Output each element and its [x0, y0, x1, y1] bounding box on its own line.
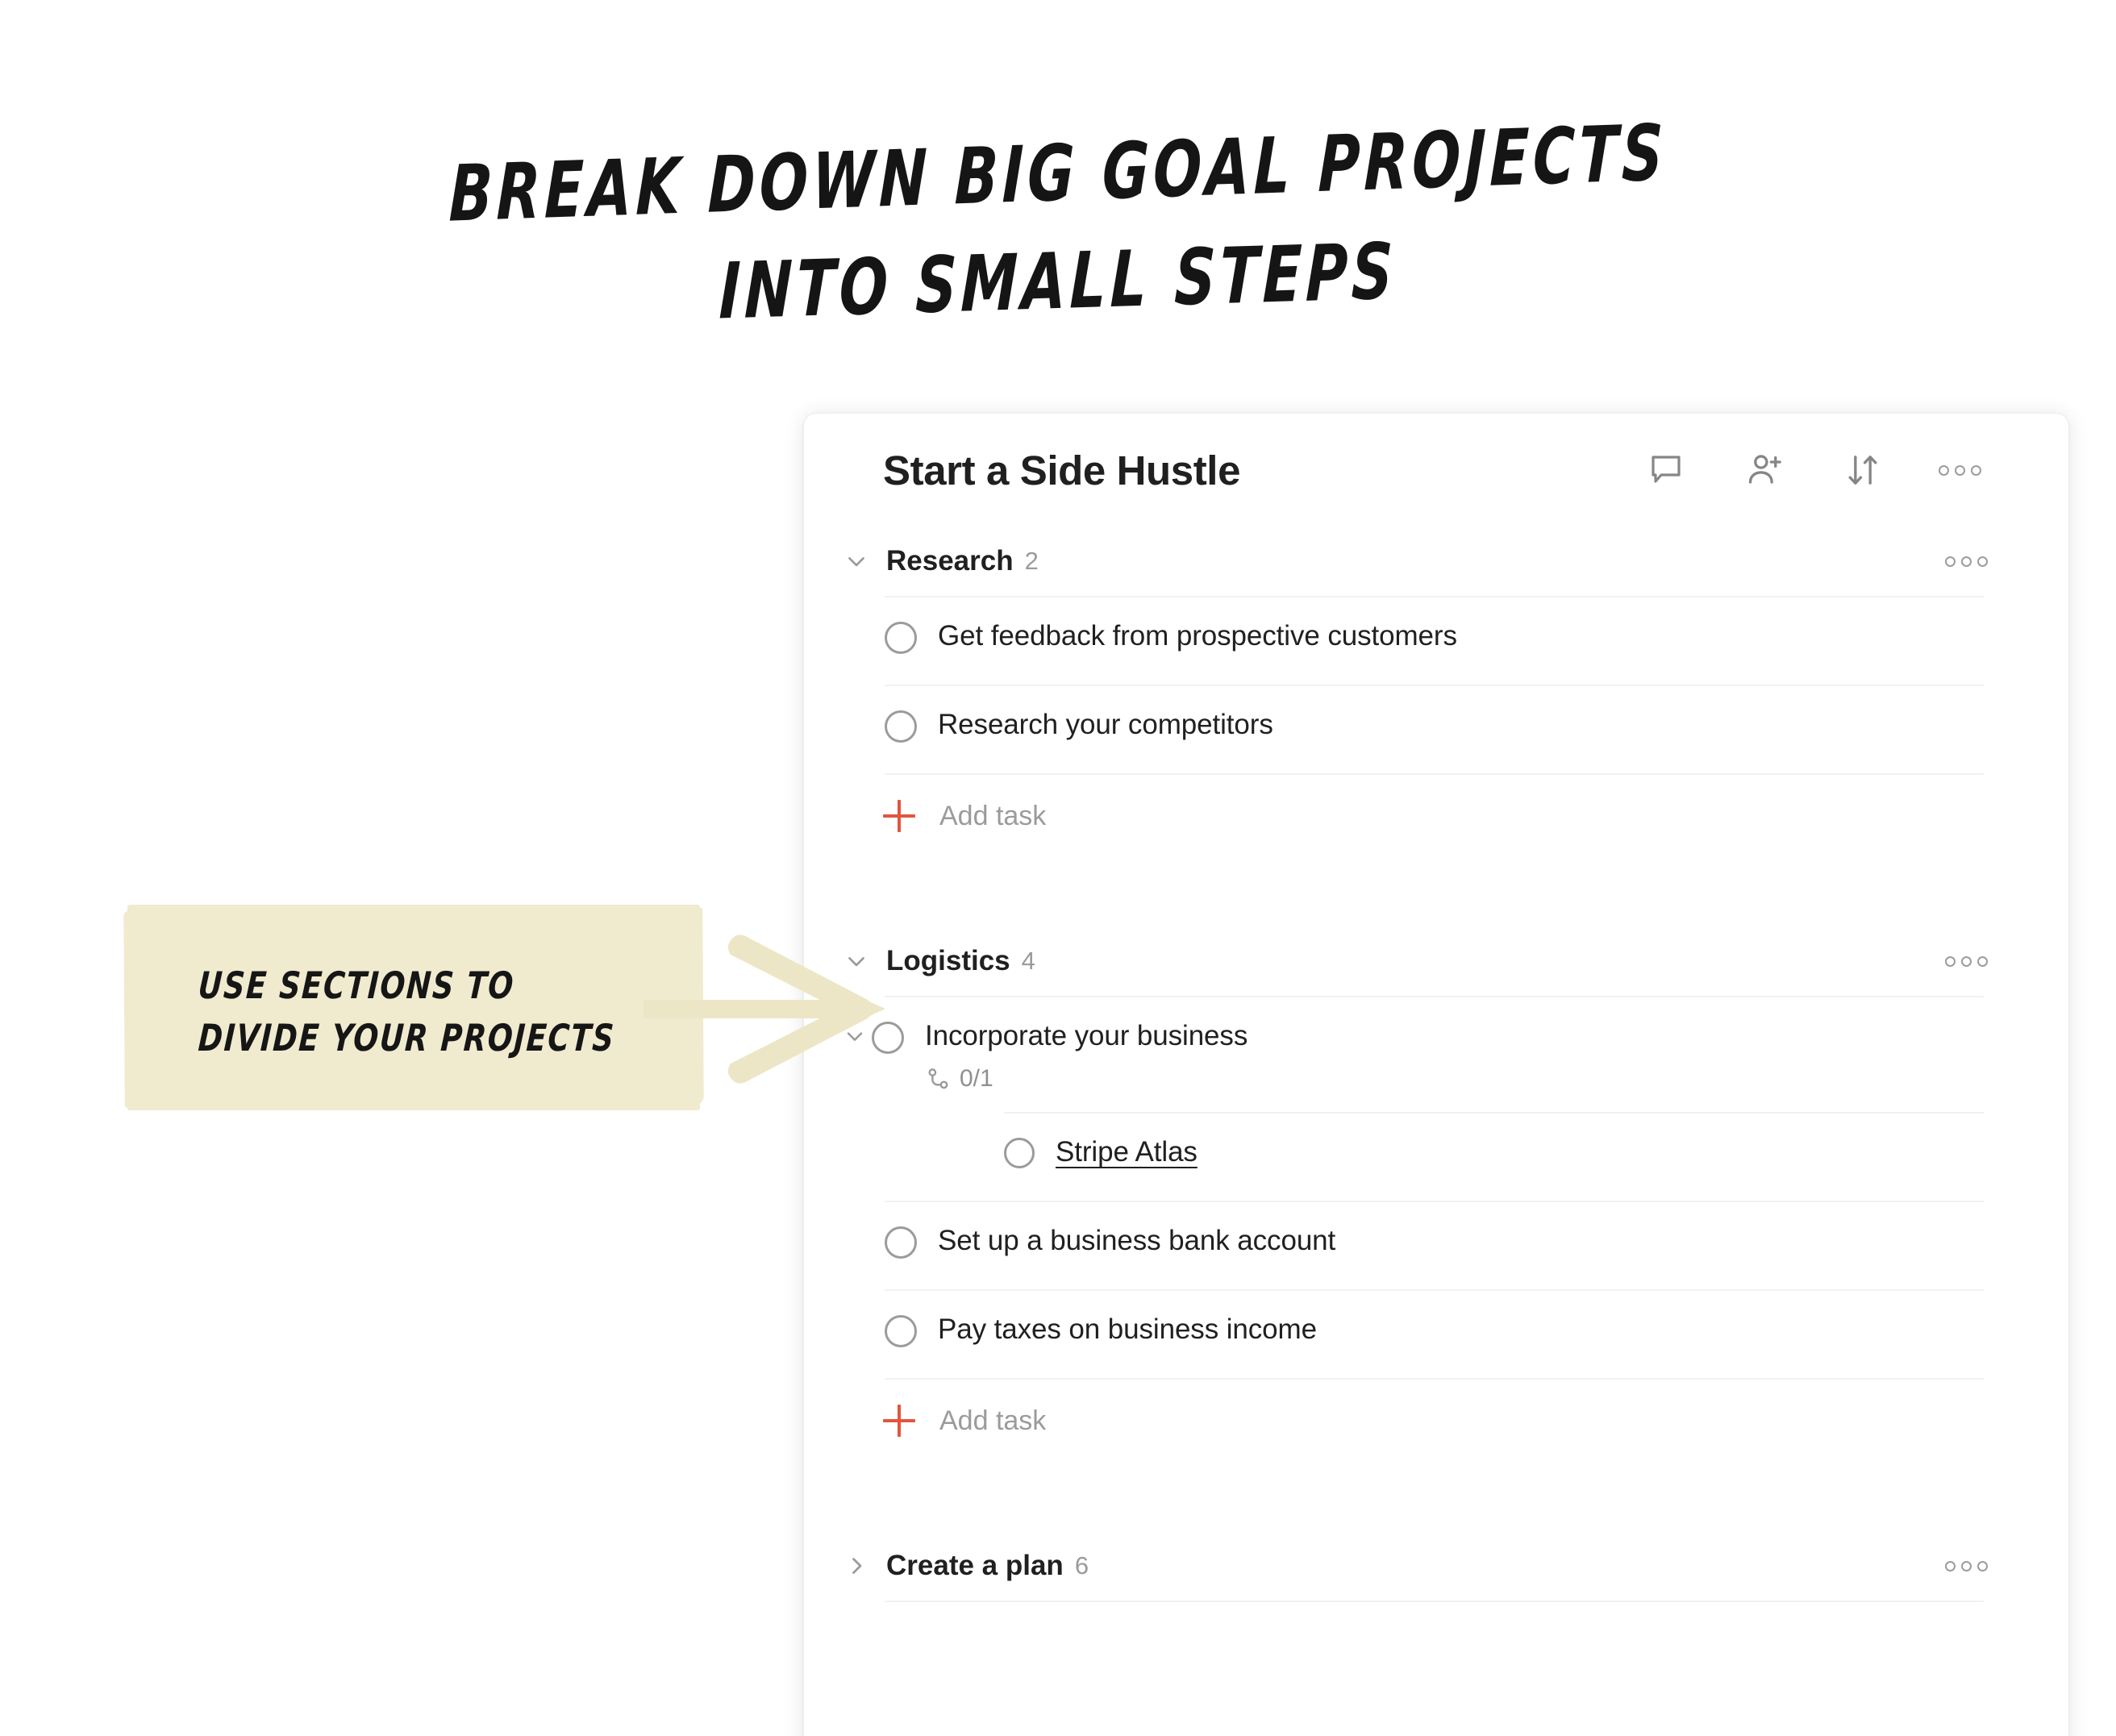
table-row[interactable]: Incorporate your business 0/1: [847, 996, 1984, 1112]
task-list: [804, 1601, 2068, 1602]
dot: [1977, 556, 1988, 567]
project-card: Start a Side Hustle Research 2 Get feedb…: [803, 413, 2069, 1736]
plus-icon: [883, 800, 915, 832]
task-title: Pay taxes on business income: [938, 1313, 1317, 1345]
table-row[interactable]: Pay taxes on business income: [885, 1289, 1984, 1378]
dot: [1961, 556, 1972, 567]
screenshot-root: BREAK DOWN BIG GOAL PROJECTS INTO SMALL …: [0, 0, 2116, 1736]
section-more-icon[interactable]: [1945, 1560, 1988, 1572]
section-count: 6: [1074, 1551, 1089, 1580]
section-header[interactable]: Logistics 4: [804, 926, 2068, 996]
section-create-a-plan: Create a plan 6: [804, 1531, 2068, 1602]
section-logistics: Logistics 4 Incorporate your business 0/…: [804, 926, 2068, 1462]
chevron-down-icon[interactable]: [838, 543, 875, 580]
section-more-icon[interactable]: [1945, 955, 1988, 967]
task-checkbox[interactable]: [1004, 1138, 1035, 1168]
table-row[interactable]: Stripe Atlas: [1004, 1112, 1984, 1201]
task-body: Get feedback from prospective customers: [938, 618, 1457, 654]
dot: [1977, 955, 1988, 967]
divider: [885, 1601, 1984, 1602]
add-task-label: Add task: [939, 1405, 1047, 1436]
project-header: Start a Side Hustle: [804, 414, 2068, 527]
dot: [1961, 1560, 1972, 1572]
task-body: Stripe Atlas: [1056, 1134, 1198, 1170]
dot: [1939, 464, 1949, 476]
callout-arrow-icon: [644, 935, 885, 1084]
page-headline: BREAK DOWN BIG GOAL PROJECTS INTO SMALL …: [0, 107, 2116, 336]
annotation-callout: USE SECTIONS TO DIVIDE YOUR PROJECTS: [127, 905, 885, 1110]
task-checkbox[interactable]: [885, 1226, 917, 1259]
dot: [1945, 556, 1956, 567]
header-actions: [1643, 448, 1981, 493]
task-title: Get feedback from prospective customers: [938, 620, 1457, 652]
dot: [1945, 1560, 1956, 1572]
callout-line-2: DIVIDE YOUR PROJECTS: [197, 1016, 617, 1060]
task-title: Research your competitors: [938, 709, 1273, 740]
dot: [1961, 955, 1972, 967]
add-task-label: Add task: [939, 800, 1047, 831]
section-count: 4: [1021, 947, 1035, 975]
add-task-button[interactable]: Add task: [883, 773, 1984, 857]
task-checkbox[interactable]: [885, 1315, 917, 1347]
section-header[interactable]: Research 2: [804, 527, 2068, 596]
task-title[interactable]: Stripe Atlas: [1056, 1134, 1198, 1170]
section-header[interactable]: Create a plan 6: [804, 1531, 2068, 1601]
section-count: 2: [1024, 547, 1039, 575]
more-icon[interactable]: [1939, 464, 1981, 476]
section-research: Research 2 Get feedback from prospective…: [804, 527, 2068, 857]
task-list: Get feedback from prospective customers …: [804, 596, 2068, 857]
dot: [1945, 955, 1956, 967]
section-more-icon[interactable]: [1945, 556, 1988, 567]
task-title: Set up a business bank account: [938, 1225, 1336, 1256]
task-checkbox[interactable]: [885, 622, 917, 654]
subtask-list: Stripe Atlas: [885, 1112, 1984, 1201]
table-row[interactable]: Get feedback from prospective customers: [885, 596, 1984, 685]
add-task-button[interactable]: Add task: [883, 1378, 1984, 1462]
page-title: Start a Side Hustle: [883, 447, 1241, 493]
plus-icon: [883, 1405, 915, 1437]
section-title: Create a plan: [886, 1550, 1064, 1581]
dot: [1971, 464, 1981, 476]
headline-line-2: INTO SMALL STEPS: [718, 226, 1398, 337]
callout-line-1: USE SECTIONS TO: [197, 964, 516, 1007]
table-row[interactable]: Set up a business bank account: [885, 1201, 1984, 1289]
task-body: Pay taxes on business income: [938, 1312, 1317, 1347]
headline-line-1: BREAK DOWN BIG GOAL PROJECTS: [448, 107, 1668, 239]
sort-icon[interactable]: [1840, 448, 1885, 493]
task-checkbox[interactable]: [885, 710, 917, 743]
table-row[interactable]: Research your competitors: [885, 685, 1984, 773]
task-body: Research your competitors: [938, 707, 1273, 743]
task-list: Incorporate your business 0/1 Stripe Atl…: [804, 996, 2068, 1462]
section-title: Research: [886, 545, 1014, 577]
dot: [1955, 464, 1965, 476]
callout-text: USE SECTIONS TO DIVIDE YOUR PROJECTS: [197, 960, 682, 1064]
task-body: Set up a business bank account: [938, 1223, 1335, 1259]
add-person-icon[interactable]: [1742, 448, 1787, 493]
chevron-right-icon[interactable]: [838, 1547, 875, 1584]
dot: [1977, 1560, 1988, 1572]
comment-icon[interactable]: [1643, 448, 1689, 493]
